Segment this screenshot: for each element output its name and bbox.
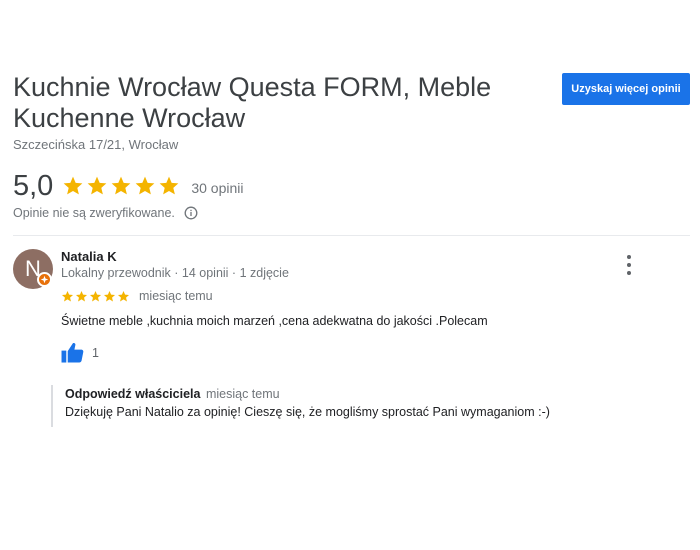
like-count: 1: [92, 345, 99, 360]
star-icon: [117, 290, 130, 301]
rating-stars: [62, 175, 180, 197]
local-guide-badge-icon: [37, 272, 52, 287]
rating-value: 5,0: [13, 169, 54, 202]
star-icon: [87, 176, 107, 195]
reviewer-meta[interactable]: Lokalny przewodnik · 14 opinii · 1 zdjęc…: [61, 266, 289, 280]
star-icon: [111, 176, 131, 195]
star-icon: [61, 290, 74, 301]
owner-reply-header: Odpowiedź właściciela miesiąc temu: [65, 385, 651, 403]
review-stars: [61, 290, 130, 303]
divider: [13, 235, 690, 236]
star-icon: [135, 176, 155, 195]
star-icon: [75, 290, 88, 301]
like-button[interactable]: 1: [61, 342, 99, 363]
reviewer-name[interactable]: Natalia K: [61, 249, 117, 264]
review-rating: miesiąc temu: [61, 289, 213, 303]
review-date: miesiąc temu: [139, 289, 213, 303]
info-icon[interactable]: [184, 206, 198, 220]
business-address: Szczecińska 17/21, Wrocław: [13, 137, 179, 152]
more-vert-icon[interactable]: [621, 255, 637, 275]
star-icon: [103, 290, 116, 301]
unverified-note: Opinie nie są zweryfikowane.: [13, 206, 198, 220]
owner-reply: Odpowiedź właściciela miesiąc temu Dzięk…: [51, 385, 651, 427]
star-icon: [63, 176, 83, 195]
review-count-link[interactable]: 30 opinii: [191, 180, 243, 196]
get-more-reviews-button[interactable]: Uzyskaj więcej opinii: [562, 73, 690, 105]
unverified-text: Opinie nie są zweryfikowane.: [13, 206, 175, 220]
thumb-up-icon[interactable]: [61, 342, 84, 363]
overall-rating: 5,0 30 opinii: [13, 168, 243, 204]
owner-reply-label: Odpowiedź właściciela: [65, 387, 201, 401]
business-name: Kuchnie Wrocław Questa FORM, Meble Kuche…: [13, 72, 492, 133]
reviews-panel: Kuchnie Wrocław Questa FORM, Meble Kuche…: [0, 0, 700, 550]
review-text: Świetne meble ,kuchnia moich marzeń ,cen…: [61, 314, 488, 328]
owner-reply-text: Dziękuję Pani Natalio za opinię! Cieszę …: [65, 405, 550, 419]
star-icon: [159, 176, 179, 195]
star-icon: [89, 290, 102, 301]
owner-reply-date: miesiąc temu: [205, 387, 280, 401]
